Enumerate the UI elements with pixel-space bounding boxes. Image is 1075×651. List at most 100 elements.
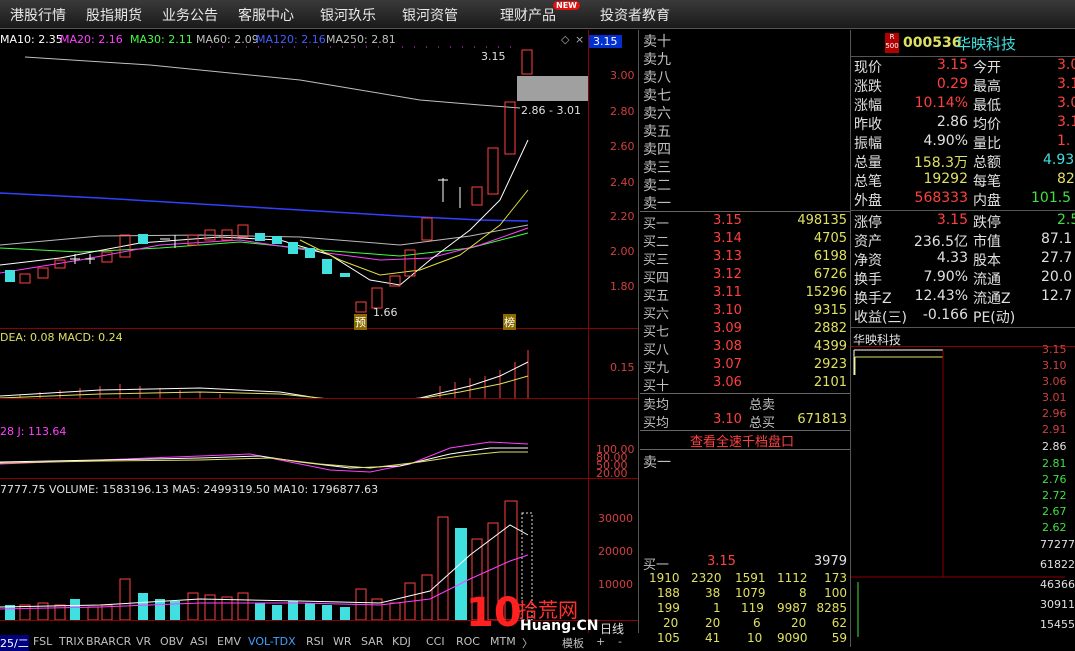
tab-brar[interactable]: BRAR bbox=[86, 635, 116, 648]
mini-price-tick: 2.72 bbox=[1042, 489, 1067, 502]
tab-vr[interactable]: VR bbox=[136, 635, 151, 648]
buy-row: 买一 3.15 498135 bbox=[643, 213, 847, 232]
ma250-line bbox=[24, 56, 521, 109]
marker-bang[interactable]: 榜 bbox=[503, 314, 516, 330]
ma10-line bbox=[0, 139, 529, 286]
order-book-divider bbox=[640, 211, 850, 212]
mini-volume-tick: 30911 bbox=[1040, 598, 1075, 611]
dif-line bbox=[0, 361, 529, 398]
nav-wealth-products[interactable]: 理财产品 bbox=[500, 5, 556, 25]
fast-order-book-link[interactable]: 查看全速千档盘口 bbox=[690, 431, 794, 450]
candle bbox=[521, 49, 533, 75]
buy-avg-row: 买均 3.10 总买 671813 bbox=[643, 412, 847, 431]
nav-hk-market[interactable]: 港股行情 bbox=[10, 5, 66, 25]
buy-row: 买四 3.12 6726 bbox=[643, 267, 847, 286]
candlestick-chart[interactable] bbox=[0, 30, 588, 328]
quote-divider bbox=[851, 210, 1075, 211]
tab-trix[interactable]: TRIX bbox=[59, 635, 84, 648]
ma5-line bbox=[299, 189, 529, 276]
mini-price-tick: 2.76 bbox=[1042, 473, 1067, 486]
flag-bottom: 500 bbox=[885, 42, 899, 50]
range-annotation: 2.86 - 3.01 bbox=[521, 104, 581, 117]
buy-row: 买十 3.06 2101 bbox=[643, 375, 847, 394]
nav-galaxy-joy[interactable]: 银河玖乐 bbox=[320, 5, 376, 25]
tab-cci[interactable]: CCI bbox=[426, 635, 445, 648]
queue-row: 105 41 10 9090 59 bbox=[657, 631, 847, 645]
quote-row: 总量 158.3万 总额 4.93 bbox=[854, 152, 1075, 171]
price-tick: 3.00 bbox=[610, 69, 635, 82]
quote-row: 昨收 2.86 均价 3.1 bbox=[854, 114, 1075, 133]
candle bbox=[487, 147, 499, 195]
quote-row: 涨跌 0.29 最高 3.1 bbox=[854, 76, 1075, 95]
sell-level: 卖三 bbox=[643, 160, 671, 176]
kdj-tick: 20.00 bbox=[596, 467, 628, 480]
nav-announcements[interactable]: 业务公告 bbox=[162, 5, 218, 25]
tab-cr[interactable]: CR bbox=[116, 635, 131, 648]
kdj-chart[interactable] bbox=[0, 438, 588, 478]
tab-rsi[interactable]: RSI bbox=[306, 635, 324, 648]
quote-row: 收益(三) -0.166 PE(动) bbox=[854, 307, 1016, 326]
tab-sar[interactable]: SAR bbox=[361, 635, 383, 648]
nav-customer-service[interactable]: 客服中心 bbox=[238, 5, 294, 25]
price-tick: 1.80 bbox=[610, 280, 635, 293]
candle bbox=[421, 217, 433, 241]
tab-vol-tdx[interactable]: VOL-TDX bbox=[248, 635, 296, 648]
quote-divider bbox=[851, 327, 1075, 328]
current-price-tag: 3.15 bbox=[589, 35, 622, 48]
marker-yu[interactable]: 预 bbox=[354, 314, 367, 330]
mini-price-tick: 2.62 bbox=[1042, 521, 1067, 534]
nav-index-futures[interactable]: 股指期货 bbox=[86, 5, 142, 25]
mini-price-tick: 3.01 bbox=[1042, 391, 1067, 404]
panel-divider bbox=[638, 30, 639, 633]
candle bbox=[504, 101, 516, 155]
stock-code: 000536 bbox=[903, 35, 962, 51]
candle bbox=[371, 287, 383, 309]
volume-tick: 10000 bbox=[598, 578, 633, 591]
sell-level: 卖四 bbox=[643, 142, 671, 158]
intraday-mini-chart[interactable] bbox=[851, 347, 1065, 637]
nav-galaxy-asset[interactable]: 银河资管 bbox=[402, 5, 458, 25]
candle bbox=[305, 248, 315, 258]
tab-date[interactable]: 25/二 bbox=[0, 635, 29, 651]
main-chart-bottom-border bbox=[0, 328, 638, 329]
macd-chart[interactable] bbox=[0, 340, 588, 398]
chart-right-border bbox=[588, 30, 589, 633]
candle bbox=[355, 301, 367, 313]
quote-row: 外盘 568333 内盘 101.5 bbox=[854, 190, 1072, 209]
mini-price-tick: 3.15 bbox=[1042, 343, 1067, 356]
order-book-divider bbox=[640, 449, 850, 450]
mini-volume-tick: 77277 bbox=[1040, 538, 1075, 551]
quote-row: 资产 236.5亿 市值 87.1 bbox=[854, 231, 1073, 250]
watermark-number: 10 bbox=[466, 590, 522, 636]
buy-row: 买三 3.13 6198 bbox=[643, 249, 847, 268]
tab-wr[interactable]: WR bbox=[333, 635, 352, 648]
buy-row: 买六 3.10 9315 bbox=[643, 303, 847, 322]
mini-price-tick: 2.86 bbox=[1042, 440, 1067, 453]
sell-level: 卖一 bbox=[643, 196, 671, 212]
nav-investor-education[interactable]: 投资者教育 bbox=[600, 5, 670, 25]
kdj-legend: 28 J: 113.64 bbox=[0, 425, 67, 438]
tab-fsl[interactable]: FSL bbox=[33, 635, 52, 648]
candle bbox=[471, 186, 483, 206]
sell-level: 卖十 bbox=[643, 34, 671, 50]
macd-bottom-border bbox=[0, 398, 638, 399]
sell-avg-row: 卖均 总卖 bbox=[643, 398, 776, 413]
tab-obv[interactable]: OBV bbox=[160, 635, 183, 648]
tab-daily[interactable]: 日线 bbox=[600, 620, 624, 637]
sell-level: 卖二 bbox=[643, 178, 671, 194]
quote-row: 换手Z 12.43% 流通Z 12.7 bbox=[854, 288, 1073, 307]
tab-emv[interactable]: EMV bbox=[217, 635, 241, 648]
watermark-url: Huang.CN bbox=[520, 618, 599, 634]
candle bbox=[288, 242, 298, 254]
sell1-queue-label: 卖一 bbox=[643, 455, 671, 471]
macd-tick: 0.15 bbox=[610, 361, 635, 374]
candle bbox=[37, 267, 49, 279]
ma120-line bbox=[0, 192, 529, 222]
quote-row: 总笔 19292 每笔 82 bbox=[854, 171, 1075, 190]
tab-asi[interactable]: ASI bbox=[190, 635, 208, 648]
tab-kdj[interactable]: KDJ bbox=[392, 635, 411, 648]
candle bbox=[101, 251, 113, 263]
buy1-queue-header: 买一 3.15 3979 bbox=[643, 554, 847, 573]
dea-line bbox=[0, 375, 529, 398]
candle bbox=[19, 273, 31, 284]
